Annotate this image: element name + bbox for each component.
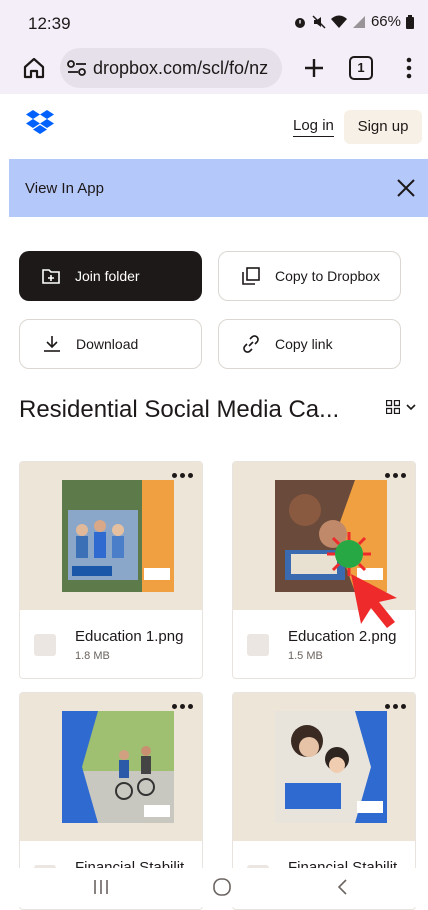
file-thumbnail[interactable] [233,693,415,841]
download-icon [42,334,62,354]
more-options-icon[interactable] [172,704,193,709]
image-file-icon [34,634,56,656]
grid-icon [386,400,400,414]
folder-title: Residential Social Media Ca... [19,396,340,423]
download-label: Download [76,336,139,352]
file-size: 1.8 MB [75,650,110,662]
status-time: 12:39 [28,14,71,33]
login-link[interactable]: Log in [293,117,334,137]
file-size: 1.5 MB [288,650,323,662]
folder-plus-icon [41,266,61,286]
url-text: dropbox.com/scl/fo/nz [93,58,269,78]
alarm-icon [294,17,305,28]
signup-button[interactable]: Sign up [344,110,422,144]
file-card[interactable]: Education 1.png 1.8 MB [19,461,203,679]
more-options-icon[interactable] [385,473,406,478]
file-name[interactable]: Education 1.png [75,628,183,645]
education-team-photo [62,480,174,592]
tap-indicator-icon [327,532,397,628]
system-nav-bar [0,868,428,907]
financial-cyclists-photo [62,711,174,823]
new-tab-icon[interactable] [300,54,328,82]
status-bar: 12:39 66% [0,0,428,44]
recent-apps-icon[interactable] [92,878,110,896]
mute-icon [312,14,326,29]
overflow-menu-icon[interactable] [404,56,414,80]
battery-icon [406,14,414,29]
view-in-app-label: View In App [25,180,104,197]
image-file-icon [247,634,269,656]
copy-link-button[interactable]: Copy link [218,319,401,369]
copy-to-dropbox-label: Copy to Dropbox [275,268,381,284]
signal-icon [352,15,365,28]
close-icon[interactable] [396,178,416,198]
more-options-icon[interactable] [172,473,193,478]
chevron-down-icon [406,404,416,411]
home-icon[interactable] [20,54,48,82]
back-icon[interactable] [336,878,348,896]
battery-percent: 66% [370,13,401,30]
download-button[interactable]: Download [19,319,202,369]
home-nav-icon[interactable] [212,878,232,896]
wifi-icon [330,15,347,28]
view-in-app-banner[interactable]: View In App [9,159,428,217]
tab-switcher-button[interactable]: 1 [349,56,373,80]
copy-icon [241,266,261,286]
copy-link-label: Copy link [275,336,333,352]
site-settings-icon[interactable] [67,59,87,77]
link-icon [241,334,261,354]
file-thumbnail[interactable] [20,462,202,610]
file-thumbnail[interactable] [20,693,202,841]
browser-toolbar: dropbox.com/scl/fo/nz 1 [0,44,428,94]
dropbox-logo-icon[interactable] [26,110,54,134]
financial-reading-photo [275,711,387,823]
join-folder-button[interactable]: Join folder [19,251,202,301]
view-toggle-button[interactable] [386,400,416,414]
copy-to-dropbox-button[interactable]: Copy to Dropbox [218,251,401,301]
site-header: Log in Sign up [0,94,428,158]
more-options-icon[interactable] [385,704,406,709]
address-bar[interactable]: dropbox.com/scl/fo/nz [60,48,282,88]
join-folder-label: Join folder [75,268,140,284]
